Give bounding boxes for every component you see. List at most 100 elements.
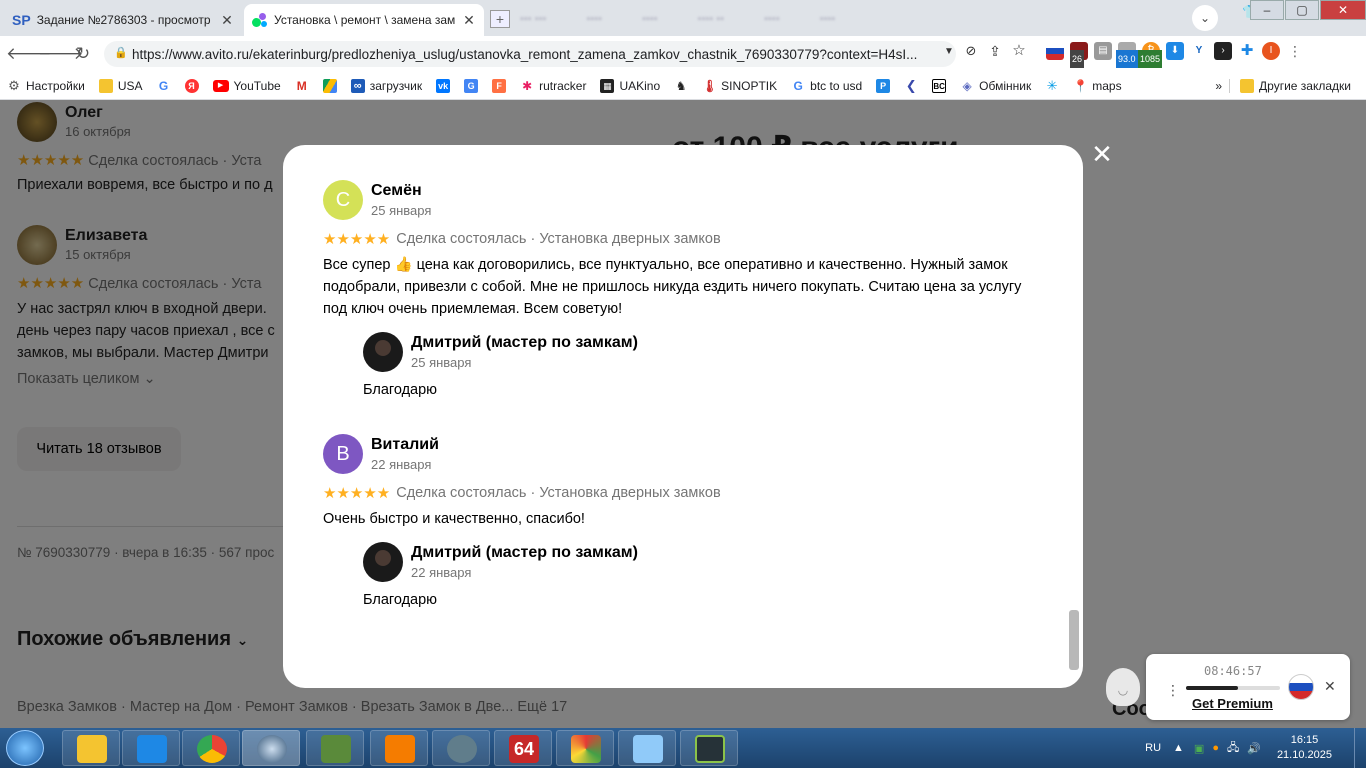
language-indicator[interactable]: RU — [1145, 742, 1161, 754]
close-tab-icon[interactable]: ✕ — [220, 12, 234, 29]
bookmark-chess[interactable]: ♞ — [667, 78, 695, 93]
bookmark-vk[interactable]: vk — [429, 78, 457, 93]
reply-date: 25 января — [411, 355, 472, 370]
reviewer-name: Семён — [371, 182, 422, 199]
bookmark-usa[interactable]: USA — [92, 78, 150, 93]
google-icon: G — [791, 78, 806, 93]
bookmark-settings[interactable]: ⚙ Настройки — [0, 78, 92, 93]
share-icon[interactable]: ⇪ — [986, 42, 1004, 60]
volume-icon[interactable]: 🔊 — [1247, 742, 1261, 755]
tab-avito[interactable]: Установка \ ремонт \ замена зам ✕ — [244, 4, 484, 36]
tab-task[interactable]: SP Задание №2786303 - просмотр з ✕ — [4, 4, 242, 36]
russia-flag-icon[interactable] — [1288, 674, 1314, 700]
maximize-button[interactable]: ▢ — [1285, 0, 1319, 20]
russia-flag-icon[interactable] — [1046, 42, 1064, 60]
bookmark-p[interactable]: P — [869, 78, 897, 93]
get-premium-link[interactable]: Get Premium — [1192, 696, 1273, 711]
profile-icon[interactable]: I — [1262, 42, 1280, 60]
bookmark-f[interactable]: F — [485, 78, 513, 93]
vpn-timer: 08:46:57 — [1204, 664, 1262, 678]
scrollbar-thumb[interactable] — [1069, 610, 1079, 670]
infinity-icon: ∞ — [350, 78, 365, 93]
seller-reply: Дмитрий (мастер по замкам) 25 января Бла… — [363, 332, 963, 412]
bookmark-sinoptik[interactable]: 🌡 SINOPTIK — [695, 78, 784, 93]
bookmark-bc[interactable]: BC — [925, 78, 953, 93]
bookmark-drive[interactable] — [316, 78, 344, 93]
date: 21.10.2025 — [1276, 749, 1332, 761]
bookmark-google[interactable]: G — [150, 78, 178, 93]
bookmark-uakino[interactable]: ▦ UAKino — [593, 78, 667, 93]
bookmark-youtube[interactable]: ▶ YouTube — [206, 79, 288, 93]
ghost-icon[interactable]: ◡ — [1106, 668, 1140, 706]
url-dropdown-icon[interactable]: ▼ — [944, 46, 954, 57]
close-icon[interactable]: ✕ — [1324, 678, 1336, 695]
rating-stars: ★★★★★ — [323, 231, 391, 248]
taskbar-browser[interactable] — [242, 730, 300, 766]
download-icon[interactable]: ⬇ — [1166, 42, 1184, 60]
bookmark-yandex[interactable]: Я — [178, 78, 206, 93]
taskbar-app[interactable] — [432, 730, 490, 766]
bookmark-maps[interactable]: 📍 maps — [1066, 78, 1128, 93]
bookmark-loader[interactable]: ∞ загрузчик — [344, 78, 429, 93]
minimize-button[interactable]: – — [1250, 0, 1284, 20]
tray-arrow-icon[interactable]: ▲ — [1173, 742, 1184, 754]
close-tab-icon[interactable]: ✕ — [462, 12, 476, 29]
forward-icon[interactable]: 🡒 — [38, 41, 84, 67]
tab-search-button[interactable]: ⌄ — [1192, 5, 1218, 31]
chrome-icon — [197, 735, 227, 763]
taskbar-chrome[interactable] — [182, 730, 240, 766]
taskbar-app[interactable] — [556, 730, 614, 766]
bookmark-translate[interactable]: G — [457, 78, 485, 93]
folder-icon — [1240, 78, 1255, 93]
bookmark-star-icon[interactable]: ☆ — [1010, 42, 1028, 60]
menu-icon[interactable]: ⋮ — [1286, 42, 1304, 60]
taskbar-app[interactable] — [122, 730, 180, 766]
arrow-icon: ❮ — [904, 77, 919, 93]
bookmarks-more-button[interactable]: » — [1208, 79, 1229, 93]
taskbar-app[interactable] — [618, 730, 676, 766]
notepad-icon — [633, 735, 663, 763]
bookmark-rutracker[interactable]: ✱ rutracker — [513, 78, 593, 93]
bitcoin-icon[interactable]: ₿1085 — [1138, 42, 1163, 68]
taskbar-aida64[interactable]: 64 — [494, 730, 552, 766]
show-desktop-button[interactable] — [1354, 728, 1366, 768]
reload-icon[interactable]: ↻ — [70, 41, 96, 67]
taskbar-explorer[interactable] — [62, 730, 120, 766]
tray-app-icon[interactable]: ● — [1212, 742, 1219, 754]
bookmark-snowflake[interactable]: ✳ — [1038, 78, 1066, 93]
tray-app-icon[interactable]: ▣ — [1194, 742, 1204, 755]
new-tab-button[interactable]: + — [490, 10, 510, 28]
bookmark-btc[interactable]: Gbtc to usd — [784, 78, 869, 93]
exchange-icon: ◈ — [960, 78, 975, 93]
more-icon[interactable]: ⋮ — [1166, 682, 1180, 699]
bookmark-exchange[interactable]: ◈ Обмінник — [953, 78, 1038, 93]
taskbar-app[interactable] — [680, 730, 738, 766]
taskbar-app[interactable] — [306, 730, 364, 766]
clock[interactable]: 16:15 21.10.2025 — [1277, 733, 1332, 763]
cookie-blocked-icon[interactable]: ⊘ — [962, 42, 980, 60]
puzzle-icon[interactable]: ✚ — [1238, 42, 1256, 60]
url-text: https://www.avito.ru/ekaterinburg/predlo… — [132, 46, 918, 62]
y-extension-icon[interactable]: Y — [1190, 42, 1208, 60]
start-button[interactable] — [6, 730, 44, 766]
close-modal-icon[interactable]: ✕ — [1089, 141, 1115, 167]
url-field[interactable]: 🔒 https://www.avito.ru/ekaterinburg/pred… — [104, 41, 956, 67]
terminal-icon[interactable]: › — [1214, 42, 1232, 60]
back-icon[interactable]: 🡐 — [6, 41, 52, 67]
folder-icon — [77, 735, 107, 763]
browser-tab-bar: SP Задание №2786303 - просмотр з ✕ Устан… — [0, 0, 1366, 36]
ublock-icon[interactable]: 26 — [1070, 42, 1088, 68]
address-bar-row: 🡐 🡒 ↻ 🔒 https://www.avito.ru/ekaterinbur… — [0, 36, 1366, 72]
bookmark-arrow[interactable]: ❮ — [897, 77, 925, 93]
tab-title: Установка \ ремонт \ замена зам — [274, 13, 456, 27]
bookmark-gmail[interactable]: M — [288, 78, 316, 93]
chess-icon: ♞ — [674, 78, 689, 93]
review-card: В Виталий 22 января ★★★★★ Сделка состояла… — [323, 434, 1043, 614]
taskbar-app[interactable] — [370, 730, 428, 766]
network-icon[interactable]: 🖧 — [1227, 739, 1239, 758]
other-bookmarks[interactable]: Другие закладки — [1229, 78, 1358, 93]
extension-icon[interactable]: ▤ — [1094, 42, 1112, 60]
p-icon: P — [876, 78, 891, 93]
close-window-button[interactable]: ✕ — [1320, 0, 1366, 20]
vpn-extension-icon[interactable]: 93.0 — [1116, 42, 1138, 68]
